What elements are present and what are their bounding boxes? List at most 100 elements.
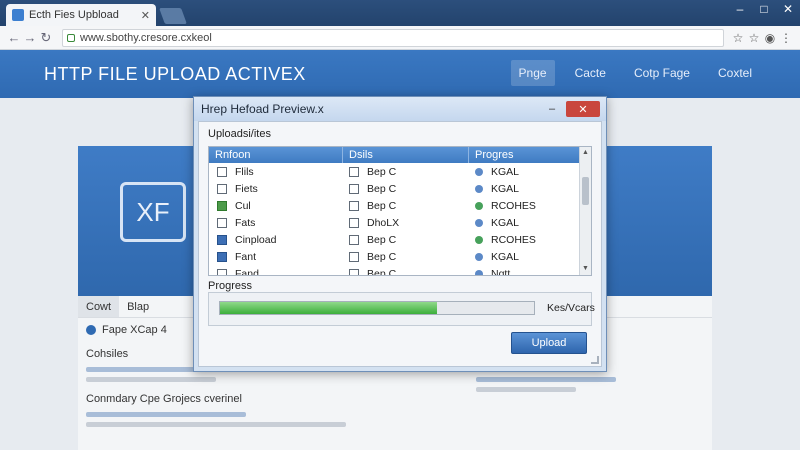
row-progress: Nqtt — [491, 267, 511, 276]
minimize-icon[interactable]: – — [540, 101, 564, 117]
row-name: Fats — [235, 216, 256, 229]
favicon-icon — [12, 9, 24, 21]
list-header: Rnfoon Dsils Progres — [209, 147, 581, 163]
table-row[interactable]: Cinpload Bep C RCOHES — [209, 231, 581, 248]
row-progress: KGAL — [491, 250, 520, 263]
table-row[interactable]: Fiets Bep C KGAL — [209, 180, 581, 197]
nav-item-home[interactable]: Pnge — [510, 60, 555, 86]
nav-item-control[interactable]: Coxtel — [710, 60, 760, 86]
window-controls: – □ ✕ — [728, 2, 800, 16]
row-checkbox[interactable] — [217, 166, 227, 177]
details-checkbox[interactable] — [349, 183, 359, 194]
lock-icon — [67, 33, 75, 42]
progress-group: Kes/Vcars — [208, 292, 595, 326]
table-row[interactable]: Fant Bep C KGAL — [209, 248, 581, 265]
text-line — [86, 377, 216, 382]
details-checkbox[interactable] — [349, 200, 359, 211]
status-icon — [475, 184, 483, 193]
row-checkbox[interactable] — [217, 183, 227, 194]
site-title: HTTP FILE UPLOAD ACTIVEX — [44, 64, 306, 84]
details-checkbox[interactable] — [349, 217, 359, 228]
resize-grip-icon[interactable] — [591, 356, 599, 364]
row-checkbox[interactable] — [217, 268, 227, 275]
text-line — [86, 412, 246, 417]
column-header-progress[interactable]: Progres — [469, 147, 581, 163]
scroll-up-icon[interactable]: ▲ — [580, 147, 591, 159]
browser-tab-bar: Ecth Fies Upbload ✕ – □ ✕ — [0, 0, 800, 26]
progress-label: Progress — [208, 280, 253, 292]
row-details: Bep C — [367, 182, 397, 195]
minimize-icon[interactable]: – — [728, 2, 752, 16]
content-row-text: Fape XCap 4 — [102, 324, 167, 336]
extension-icon[interactable]: ☆ — [746, 31, 762, 45]
close-icon[interactable]: ✕ — [141, 9, 150, 22]
uploads-label: Uploadsi/ites — [208, 128, 271, 140]
close-window-icon[interactable]: ✕ — [776, 2, 800, 16]
row-checkbox[interactable] — [217, 234, 227, 245]
activex-logo: XF — [120, 182, 186, 242]
status-icon — [475, 167, 483, 176]
nav-item-page[interactable]: Cotp Fage — [626, 60, 698, 86]
site-nav: Pnge Cacte Cotp Fage Coxtel — [510, 60, 760, 86]
status-icon — [475, 218, 483, 227]
account-icon[interactable]: ◉ — [762, 31, 778, 45]
close-icon[interactable]: ✕ — [566, 101, 600, 117]
details-checkbox[interactable] — [349, 166, 359, 177]
table-row[interactable]: Flils Bep C KGAL — [209, 163, 581, 180]
row-progress: RCOHES — [491, 199, 536, 212]
dialog-body: Uploadsi/ites Rnfoon Dsils Progres Flils… — [198, 121, 602, 367]
url-text: www.sbothy.cresore.cxkeol — [80, 31, 212, 44]
menu-icon[interactable]: ⋮ — [778, 31, 794, 45]
scroll-thumb[interactable] — [582, 177, 589, 205]
row-name: Cul — [235, 199, 251, 212]
row-progress: KGAL — [491, 165, 520, 178]
table-row[interactable]: Fand Bep C Nqtt — [209, 265, 581, 276]
progress-fill — [220, 302, 437, 314]
table-row[interactable]: Fats DhoLX KGAL — [209, 214, 581, 231]
browser-tab[interactable]: Ecth Fies Upbload ✕ — [6, 4, 156, 26]
row-name: Flils — [235, 165, 254, 178]
details-checkbox[interactable] — [349, 268, 359, 275]
row-details: Bep C — [367, 267, 397, 276]
upload-button[interactable]: Upload — [511, 332, 587, 354]
status-icon — [475, 201, 483, 210]
row-name: Fand — [235, 267, 259, 276]
dialog-titlebar[interactable]: Hrep Hefoad Preview.x – ✕ — [194, 97, 606, 121]
file-list[interactable]: Rnfoon Dsils Progres Flils Bep C KGAL Fiets… — [208, 146, 592, 276]
reload-icon[interactable]: ↻ — [38, 30, 54, 46]
nav-item-contact[interactable]: Cacte — [567, 60, 614, 86]
row-details: Bep C — [367, 250, 397, 263]
vertical-scrollbar[interactable]: ▲ ▼ — [579, 147, 591, 275]
column-header-details[interactable]: Dsils — [343, 147, 469, 163]
maximize-icon[interactable]: □ — [752, 2, 776, 16]
status-icon — [475, 252, 483, 261]
forward-icon[interactable]: → — [22, 30, 38, 45]
upload-progress-bar — [219, 301, 535, 315]
details-checkbox[interactable] — [349, 251, 359, 262]
column-header-name[interactable]: Rnfoon — [209, 147, 343, 163]
row-progress: RCOHES — [491, 233, 536, 246]
tab-count[interactable]: Cowt — [78, 296, 120, 317]
row-name: Cinpload — [235, 233, 277, 246]
row-checkbox[interactable] — [217, 251, 227, 262]
row-checkbox[interactable] — [217, 217, 227, 228]
star-icon[interactable]: ☆ — [730, 31, 746, 45]
url-field[interactable]: www.sbothy.cresore.cxkeol — [62, 28, 724, 47]
list-rows: Flils Bep C KGAL Fiets Bep C KGAL Cul Bep C RCOH… — [209, 163, 581, 276]
details-checkbox[interactable] — [349, 234, 359, 245]
tab-map[interactable]: Blap — [119, 296, 157, 317]
bullet-icon — [86, 325, 96, 335]
back-icon[interactable]: ← — [6, 30, 22, 45]
status-icon — [475, 235, 483, 244]
row-checkbox[interactable] — [217, 200, 227, 211]
row-details: Bep C — [367, 233, 397, 246]
row-details: DhoLX — [367, 216, 400, 229]
table-row[interactable]: Cul Bep C RCOHES — [209, 197, 581, 214]
text-line — [86, 422, 346, 427]
new-tab-button[interactable] — [159, 8, 187, 24]
upload-dialog: Hrep Hefoad Preview.x – ✕ Uploadsi/ites … — [193, 96, 607, 372]
row-details: Bep C — [367, 165, 397, 178]
status-icon — [475, 269, 483, 275]
scroll-down-icon[interactable]: ▼ — [580, 263, 591, 275]
site-header: HTTP FILE UPLOAD ACTIVEX Pnge Cacte Cotp… — [0, 50, 800, 98]
